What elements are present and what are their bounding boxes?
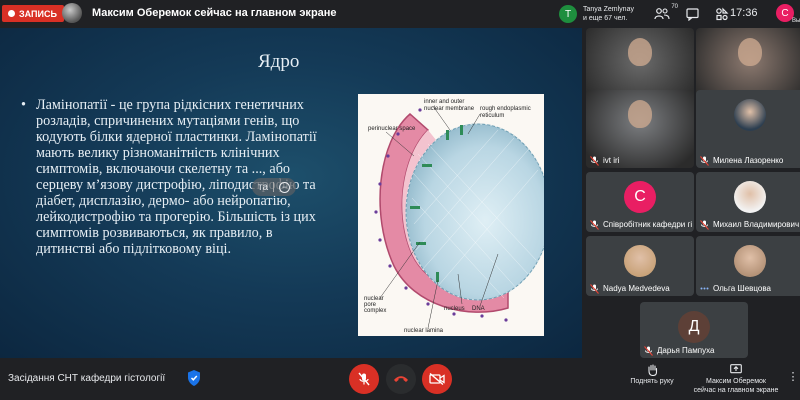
nucleus-illustration: inner and outer nuclear membrane rough e… bbox=[364, 99, 551, 334]
participant-name: Ольга Шевцова bbox=[713, 284, 771, 293]
zoom-minus: − bbox=[281, 181, 288, 192]
raise-hand-label: Поднять руку bbox=[630, 378, 674, 385]
participant-name: Співробітник кафедри гі... bbox=[603, 220, 692, 229]
participant-silhouette bbox=[628, 100, 652, 128]
participant-name: Милена Лазоренко bbox=[713, 156, 784, 165]
presenting-line1: Максим Оберемок bbox=[706, 378, 766, 385]
hang-up-icon bbox=[394, 376, 408, 382]
camera-off-icon bbox=[429, 373, 445, 385]
slide-paragraph: Ламінопатії - це група рідкісних генетич… bbox=[36, 97, 317, 257]
mic-muted-icon bbox=[589, 283, 600, 294]
self-label: Вы bbox=[792, 18, 800, 24]
label-nucleus: nucleus bbox=[444, 306, 465, 312]
people-count: 70 bbox=[671, 4, 678, 10]
participant-avatar bbox=[734, 99, 766, 131]
hover-divider bbox=[273, 182, 275, 192]
presenting-line2: сейчас на главном экране bbox=[693, 387, 779, 394]
zoom-out-icon[interactable]: − bbox=[279, 181, 291, 193]
participant-name: Михаил Владимирович ... bbox=[713, 220, 800, 229]
label-perinuclear-space: perinuclear space bbox=[368, 126, 416, 132]
more-vert-icon: ⋮ bbox=[787, 371, 799, 383]
presentation-slide: Ядро • Ламінопатії - це група рідкісних … bbox=[0, 28, 582, 358]
chat-icon[interactable] bbox=[682, 4, 702, 24]
participant-avatar bbox=[734, 245, 766, 277]
participant-avatar: С bbox=[624, 181, 656, 213]
label-nuclear-lamina: nuclear lamina bbox=[404, 328, 444, 334]
presenter-avatar bbox=[62, 3, 82, 23]
presenting-title: Максим Оберемок сейчас на главном экране bbox=[92, 7, 337, 19]
bottom-bar: Засідання СНТ кафедри гістології Поднять… bbox=[0, 358, 800, 400]
audio-level-icon bbox=[699, 283, 710, 294]
meeting-title[interactable]: Засідання СНТ кафедри гістології bbox=[8, 373, 165, 384]
mic-muted-icon bbox=[589, 155, 600, 166]
chip-line1: Tanya Zemlynay bbox=[583, 6, 634, 13]
mic-muted-icon bbox=[643, 345, 654, 356]
participant-name: ivt iri bbox=[603, 156, 620, 165]
chip-avatar: T bbox=[559, 5, 577, 23]
more-options-button[interactable]: ⋮ bbox=[787, 371, 799, 383]
presenting-button[interactable]: Максим Оберемок сейчас на главном экране bbox=[686, 364, 786, 395]
top-bar: ЗАПИСЬ Максим Оберемок сейчас на главном… bbox=[0, 0, 800, 28]
hand-icon bbox=[647, 364, 658, 377]
participant-tile[interactable]: Д Дарья Пампуха bbox=[640, 302, 748, 358]
raise-hand-button[interactable]: Поднять руку bbox=[627, 364, 677, 386]
mic-muted-icon bbox=[699, 219, 710, 230]
mic-muted-icon bbox=[699, 155, 710, 166]
label-dna: DNA bbox=[472, 306, 485, 312]
participant-tile[interactable]: Nadya Medvedeva bbox=[586, 236, 694, 296]
participant-tile[interactable]: Михаил Владимирович ... bbox=[696, 172, 800, 232]
participant-tile[interactable]: С Співробітник кафедри гі... bbox=[586, 172, 694, 232]
participant-tile[interactable]: Милена Лазоренко bbox=[696, 90, 800, 168]
participant-avatar bbox=[624, 245, 656, 277]
participant-silhouette bbox=[738, 38, 762, 66]
participant-name: Nadya Medvedeva bbox=[603, 284, 670, 293]
bullet: • bbox=[21, 97, 26, 113]
chip-line2: и еще 67 чел. bbox=[583, 15, 628, 22]
participant-name: Дарья Пампуха bbox=[657, 346, 715, 355]
clock: 17:36 bbox=[730, 7, 758, 19]
shield-icon[interactable] bbox=[186, 369, 202, 387]
nucleus-diagram: inner and outer nuclear membrane rough e… bbox=[358, 94, 551, 336]
mic-muted-icon bbox=[589, 219, 600, 230]
camera-off-button[interactable] bbox=[422, 364, 452, 394]
mic-off-icon bbox=[358, 372, 370, 386]
label-rough-er: rough endoplasmic bbox=[480, 106, 531, 112]
present-screen-icon bbox=[730, 364, 742, 377]
zoom-hover-chip[interactable]: та − bbox=[252, 178, 297, 196]
recording-badge[interactable]: ЗАПИСЬ bbox=[2, 5, 64, 22]
participant-tile[interactable]: Ольга Шевцова bbox=[696, 236, 800, 296]
participant-tile[interactable]: ivt iri bbox=[586, 90, 694, 168]
meet-window: ЗАПИСЬ Максим Оберемок сейчас на главном… bbox=[0, 0, 800, 400]
label-reticulum: reticulum bbox=[480, 113, 504, 119]
label-complex: complex bbox=[364, 308, 386, 314]
activities-icon[interactable] bbox=[712, 4, 732, 24]
label-inner-outer: inner and outer bbox=[424, 99, 464, 105]
people-icon[interactable]: 70 bbox=[652, 4, 678, 24]
label-nuclear-membrane: nuclear membrane bbox=[424, 106, 475, 112]
record-dot-icon bbox=[8, 10, 15, 17]
slide-title: Ядро bbox=[258, 51, 300, 72]
hover-chip-text: та bbox=[258, 181, 269, 193]
participant-avatar: Д bbox=[678, 311, 710, 343]
people-chip[interactable]: T Tanya Zemlynay и еще 67 чел. bbox=[557, 3, 643, 25]
mic-off-button[interactable] bbox=[349, 364, 379, 394]
participant-avatar bbox=[734, 181, 766, 213]
recording-label: ЗАПИСЬ bbox=[19, 8, 57, 19]
participant-silhouette bbox=[628, 38, 652, 66]
leave-call-button[interactable] bbox=[386, 364, 416, 394]
slide-body: • Ламінопатії - це група рідкісних генет… bbox=[21, 97, 331, 257]
